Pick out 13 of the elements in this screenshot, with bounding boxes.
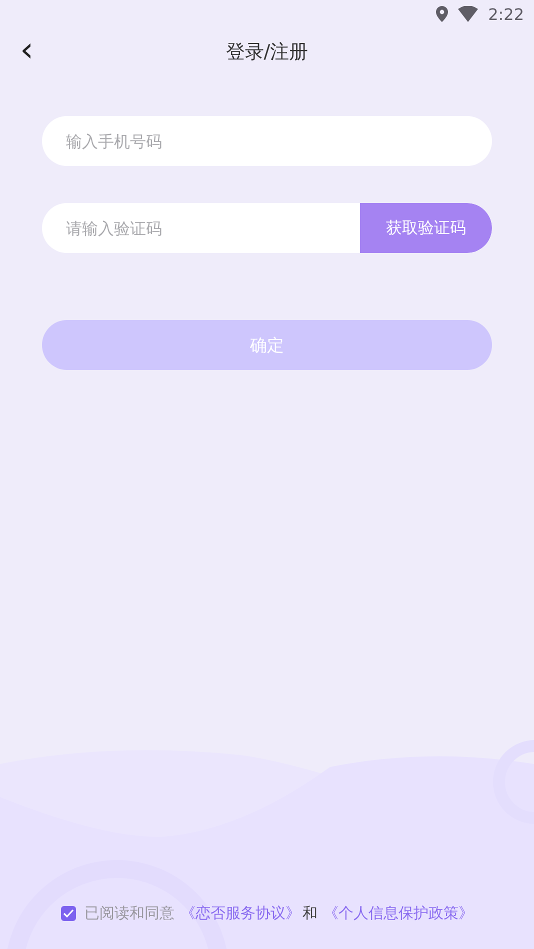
code-input[interactable]: 请输入验证码 获取验证码 <box>42 203 492 253</box>
agreement-text: 已阅读和同意 <box>84 904 174 923</box>
get-code-button[interactable]: 获取验证码 <box>360 203 492 253</box>
back-button[interactable]: ‹ <box>14 32 40 68</box>
location-icon <box>436 6 448 22</box>
page-title: 登录/注册 <box>226 40 308 65</box>
phone-input[interactable]: 输入手机号码 <box>42 116 492 166</box>
terms-link[interactable]: 《恋否服务协议》 <box>180 904 300 923</box>
privacy-link[interactable]: 《个人信息保护政策》 <box>324 904 474 923</box>
agree-checkbox[interactable] <box>60 906 76 921</box>
wifi-icon <box>458 6 478 22</box>
clock-time: 2:22 <box>488 4 524 24</box>
joiner-text: 和 <box>302 904 318 923</box>
